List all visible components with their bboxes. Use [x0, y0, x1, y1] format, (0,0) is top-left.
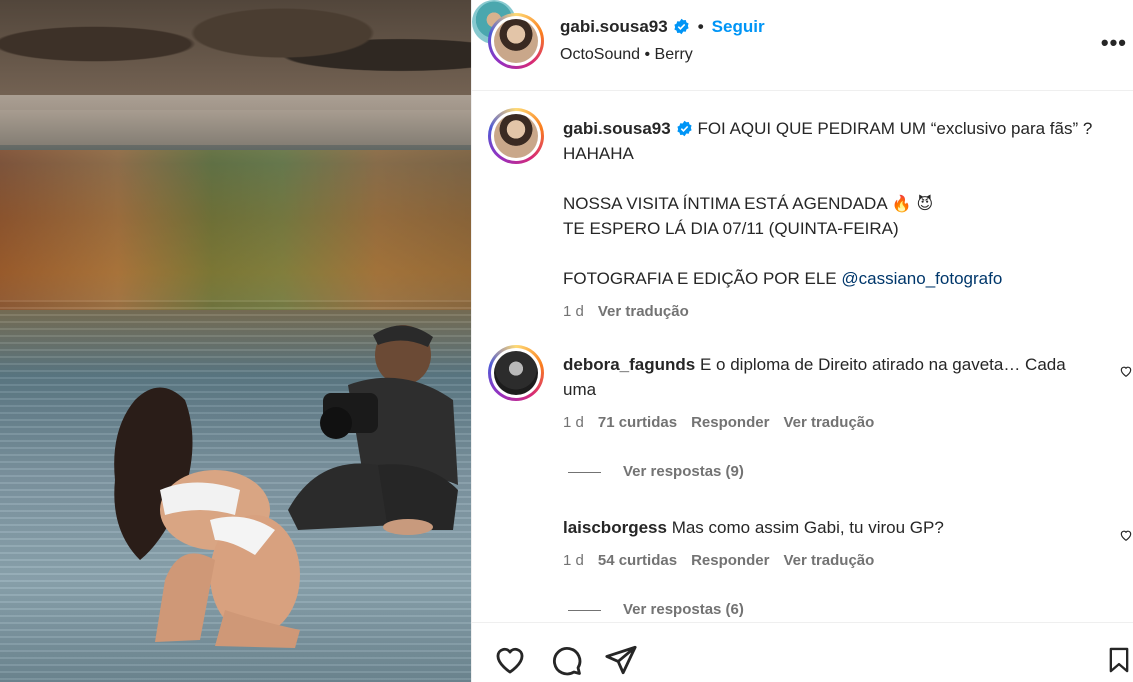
comment-time[interactable]: 1 d: [563, 414, 584, 431]
author-line: gabi.sousa93 • Seguir: [560, 17, 765, 37]
caption-time[interactable]: 1 d: [563, 303, 584, 320]
comment-avatar[interactable]: [488, 345, 544, 401]
caption-block: gabi.sousa93 FOI AQUI QUE PEDIRAM UM “ex…: [563, 116, 1123, 324]
comment-text: Mas como assim Gabi, tu virou GP?: [671, 518, 944, 537]
photographer-mention-link[interactable]: @cassiano_fotografo: [841, 269, 1002, 288]
caption-line-3: TE ESPERO LÁ DIA 07/11 (QUINTA-FEIRA): [563, 219, 899, 238]
caption-line-4: FOTOGRAFIA E EDIÇÃO POR ELE: [563, 269, 842, 288]
audio-label[interactable]: OctoSound • Berry: [560, 46, 693, 64]
comment-like-heart-icon[interactable]: [1119, 364, 1133, 378]
view-replies-label: Ver respostas (9): [623, 463, 744, 480]
comment-reply-button[interactable]: Responder: [691, 552, 769, 569]
comment-likes[interactable]: 54 curtidas: [598, 552, 677, 569]
caption-translate-button[interactable]: Ver tradução: [598, 303, 689, 320]
fire-devil-emoji: 🔥 😈: [891, 194, 934, 213]
water-reflection: [0, 150, 471, 310]
caption-line-2: NOSSA VISITA ÍNTIMA ESTÁ AGENDADA: [563, 194, 887, 213]
heart-icon[interactable]: [493, 643, 527, 677]
shore-background: [0, 95, 471, 145]
post-header: gabi.sousa93 • Seguir OctoSound • Berry ••…: [472, 0, 1133, 91]
caption-username[interactable]: gabi.sousa93: [563, 119, 671, 138]
comment-username[interactable]: laiscborgess: [563, 518, 667, 537]
bookmark-icon[interactable]: [1105, 643, 1133, 677]
comment-time[interactable]: 1 d: [563, 552, 584, 569]
comment-reply-button[interactable]: Responder: [691, 414, 769, 431]
replies-line: [568, 609, 601, 611]
comment-likes[interactable]: 71 curtidas: [598, 414, 677, 431]
author-avatar[interactable]: [488, 13, 544, 69]
send-icon[interactable]: [604, 643, 638, 677]
verified-badge-icon: [674, 18, 689, 35]
follow-button[interactable]: Seguir: [712, 17, 765, 36]
header-separator: •: [697, 17, 704, 36]
verified-badge-icon: [677, 120, 692, 137]
post-action-bar: [472, 622, 1133, 682]
post-media[interactable]: [0, 0, 471, 682]
comment-translate-button[interactable]: Ver tradução: [783, 414, 874, 431]
rocks-background: [0, 0, 471, 110]
post-side-panel: gabi.sousa93 • Seguir OctoSound • Berry ••…: [472, 0, 1133, 682]
author-username[interactable]: gabi.sousa93: [560, 17, 668, 36]
view-replies-button[interactable]: Ver respostas (9): [568, 463, 744, 480]
view-replies-button[interactable]: Ver respostas (6): [568, 601, 744, 618]
caption-avatar[interactable]: [488, 108, 544, 164]
comment-item: debora_fagunds E o diploma de Direito at…: [563, 352, 1083, 435]
comment-icon[interactable]: [549, 643, 583, 677]
more-options-icon[interactable]: •••: [1101, 30, 1127, 56]
comment-like-heart-icon[interactable]: [1119, 528, 1133, 542]
comment-username[interactable]: debora_fagunds: [563, 355, 695, 374]
model-figure: [114, 387, 300, 648]
view-replies-label: Ver respostas (6): [623, 601, 744, 618]
photographer-figure: [288, 325, 458, 535]
comment-item: laiscborgess Mas como assim Gabi, tu vir…: [563, 515, 1083, 573]
comment-translate-button[interactable]: Ver tradução: [783, 552, 874, 569]
replies-line: [568, 471, 601, 473]
